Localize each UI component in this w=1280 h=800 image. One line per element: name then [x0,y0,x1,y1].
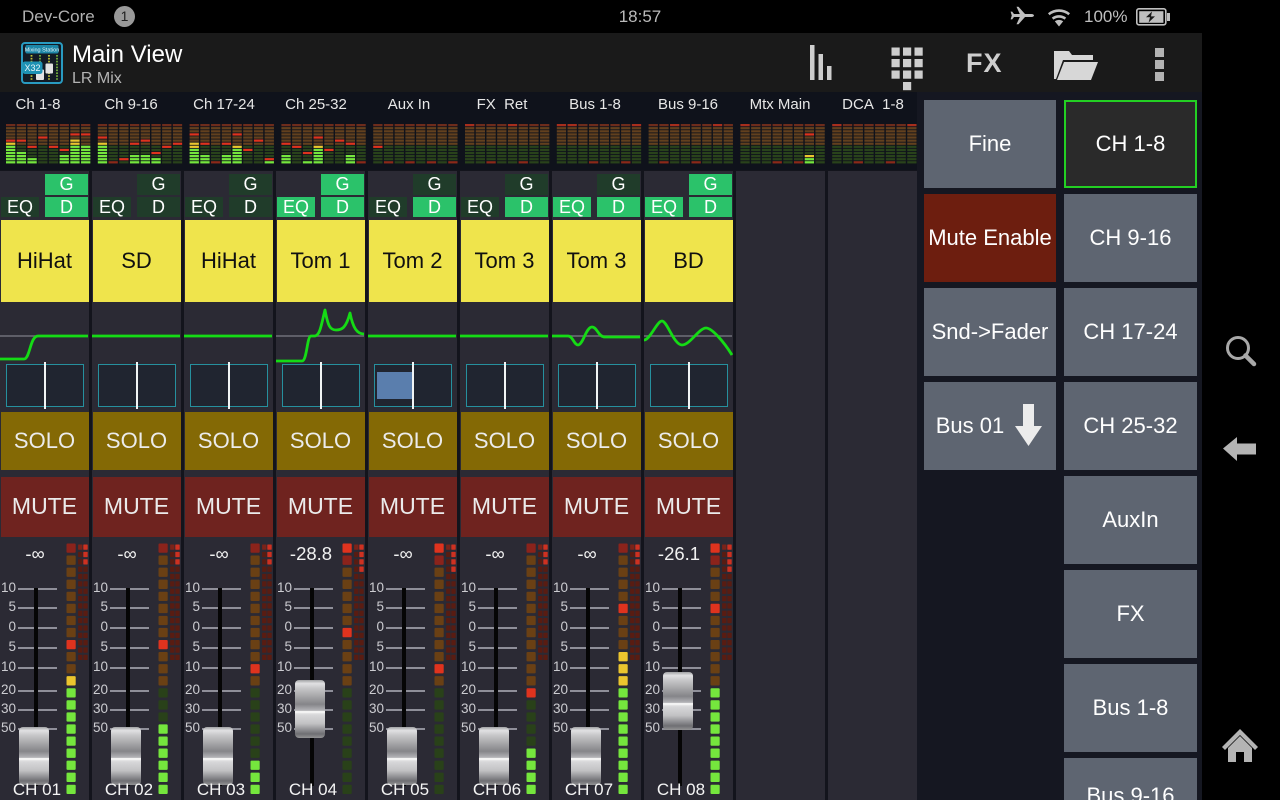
svg-text:Mixing Station: Mixing Station [25,48,60,54]
svg-text:X32: X32 [24,63,40,73]
